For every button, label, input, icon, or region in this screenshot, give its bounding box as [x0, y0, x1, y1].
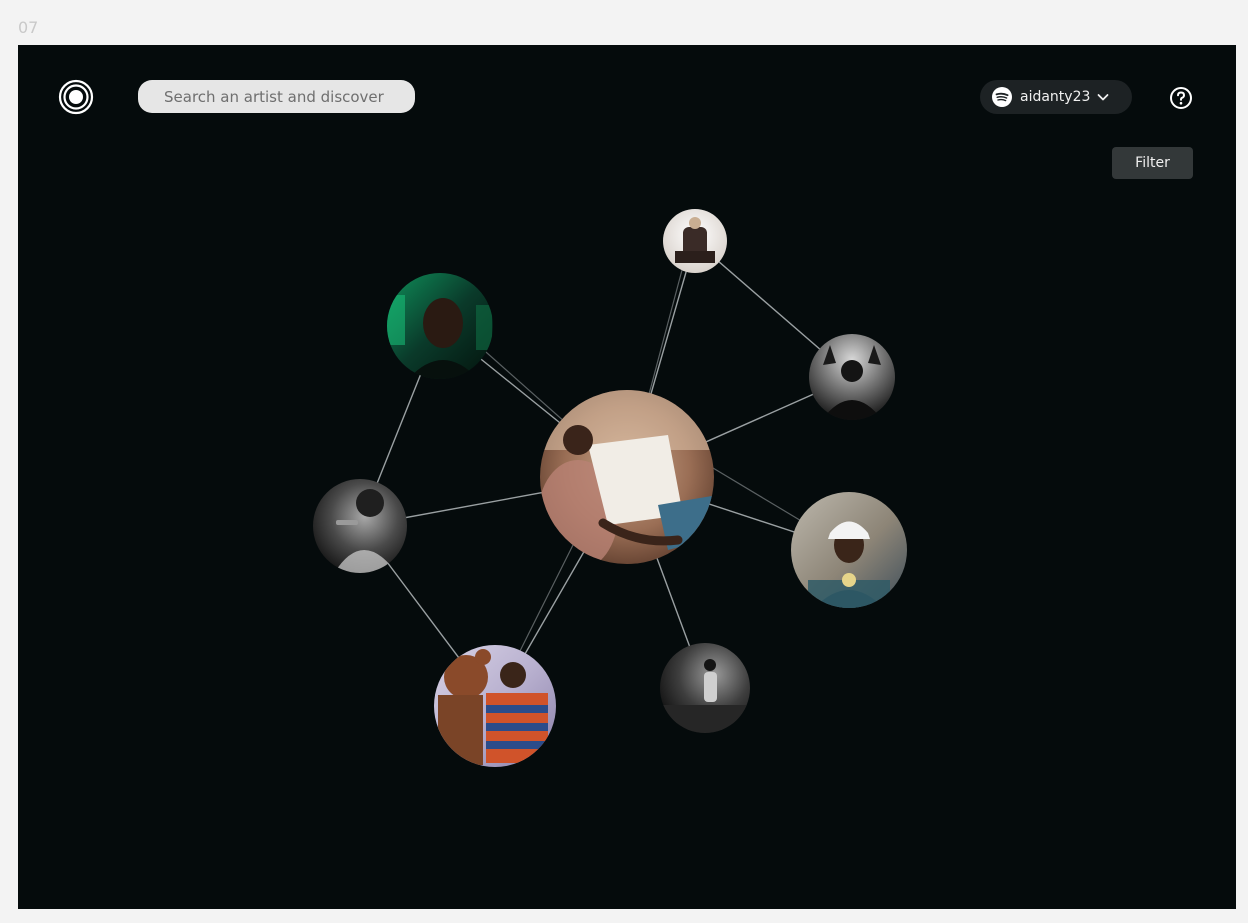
artist-node-white-cap[interactable] [791, 492, 907, 620]
artist-node-bear-mascot[interactable] [434, 645, 556, 767]
artist-node-hands-up[interactable] [809, 334, 895, 425]
graph-canvas[interactable]: aidanty23 Filter [18, 45, 1236, 909]
frame-label: 07 [18, 18, 39, 37]
artist-node-mic-singer[interactable] [313, 479, 407, 575]
artist-node-green-portrait[interactable] [387, 273, 493, 385]
artist-node-top[interactable] [663, 209, 727, 273]
artist-node-bw-standing[interactable] [660, 643, 750, 735]
artist-node-center[interactable] [538, 390, 723, 570]
artist-network-graph [313, 209, 907, 767]
